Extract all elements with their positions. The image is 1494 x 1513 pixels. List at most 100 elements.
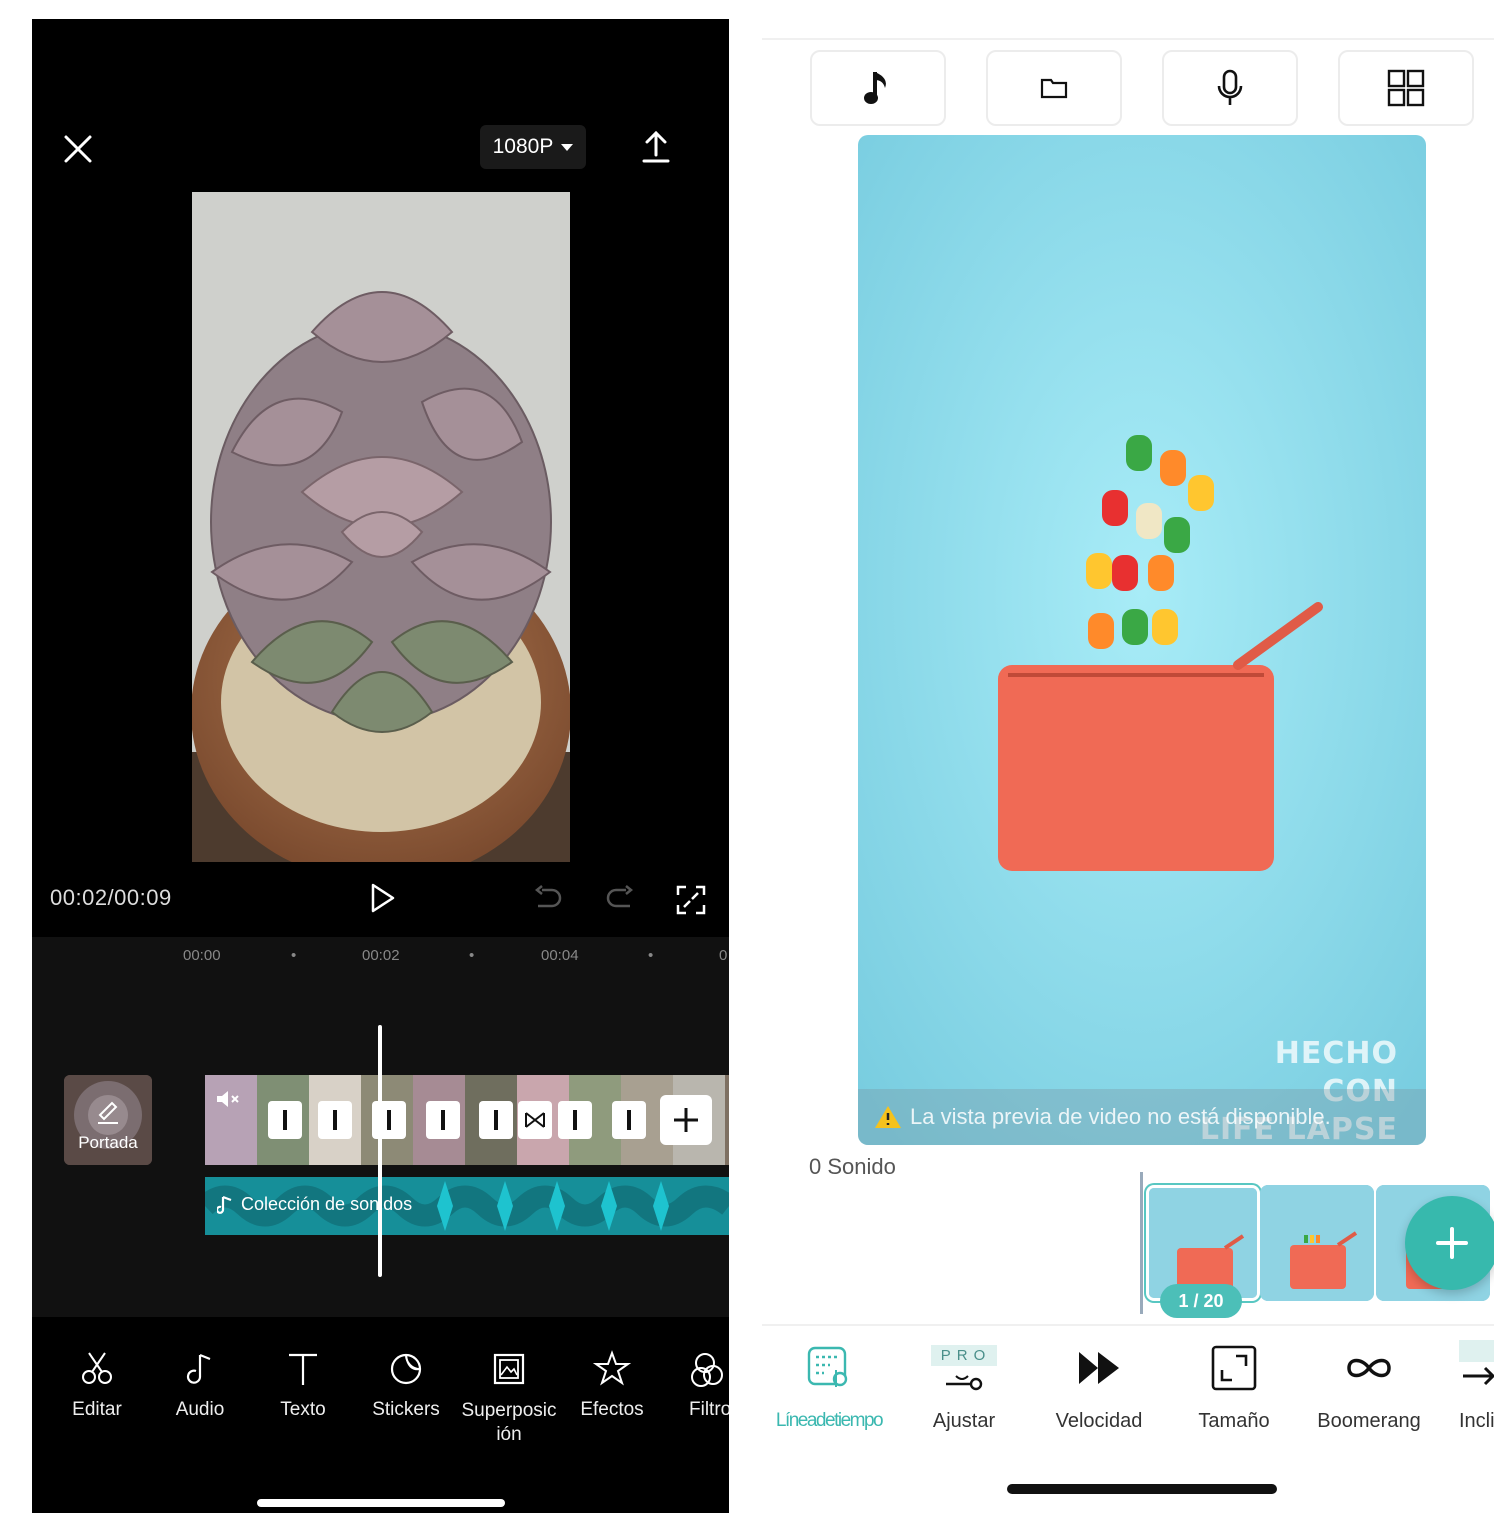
- tool-velocidad[interactable]: Velocidad: [1034, 1340, 1164, 1433]
- resolution-dropdown[interactable]: 1080P: [480, 125, 586, 169]
- music-note-icon: [217, 1195, 232, 1214]
- playhead[interactable]: [378, 1025, 382, 1277]
- ruler-tick: •: [469, 947, 475, 964]
- resolution-label: 1080P: [492, 135, 554, 158]
- microphone-button[interactable]: [1162, 50, 1298, 126]
- ruler-tick: 00:00: [183, 947, 221, 964]
- adjust-icon: [946, 1374, 983, 1390]
- tool-efectos[interactable]: Efectos: [562, 1349, 662, 1421]
- tool-filtro[interactable]: Filtro: [665, 1349, 729, 1421]
- transition-button[interactable]: [318, 1101, 352, 1139]
- folder-button[interactable]: [986, 50, 1122, 126]
- caret-down-icon: [561, 143, 574, 151]
- sound-count[interactable]: 0 Sonido: [809, 1154, 896, 1180]
- time-ruler: 00:00 • 00:02 • 00:04 • 0: [32, 947, 729, 971]
- transition-button[interactable]: [268, 1101, 302, 1139]
- audio-track[interactable]: Colección de sonidos: [205, 1177, 729, 1235]
- bottom-toolbar: Editar Audio Texto Stickers Superposic i…: [32, 1349, 729, 1459]
- infinity-icon: [1347, 1358, 1391, 1378]
- tool-stickers[interactable]: Stickers: [356, 1349, 456, 1421]
- tool-editar[interactable]: Editar: [47, 1349, 147, 1421]
- fast-forward-icon: [1079, 1352, 1119, 1384]
- cover-thumbnail[interactable]: Portada: [64, 1075, 152, 1165]
- ruler-tick: 0: [719, 947, 728, 964]
- grid-icon: [1387, 69, 1425, 107]
- tool-label: Incli: [1459, 1410, 1494, 1432]
- home-indicator: [1007, 1484, 1277, 1494]
- tool-label: Efectos: [580, 1399, 644, 1420]
- pro-badge: PRO: [930, 1344, 998, 1366]
- transition-button[interactable]: [612, 1101, 646, 1139]
- transition-button[interactable]: [558, 1101, 592, 1139]
- frame-counter: 1 / 20: [1160, 1284, 1242, 1318]
- filter-icon: [691, 1353, 723, 1387]
- audio-track-label: Colección de sonidos: [241, 1194, 413, 1214]
- undo-icon[interactable]: [532, 884, 564, 914]
- ruler-tick: 00:02: [362, 947, 400, 964]
- tool-label: Texto: [280, 1399, 326, 1420]
- tool-label: Boomerang: [1317, 1410, 1421, 1432]
- clip-frame: [725, 1075, 729, 1165]
- ruler-tick: •: [291, 947, 297, 964]
- transition-button[interactable]: [426, 1101, 460, 1139]
- divider: [762, 1324, 1494, 1326]
- tool-inclinacion[interactable]: Incli: [1439, 1340, 1494, 1433]
- transition-applied-icon[interactable]: [518, 1101, 552, 1139]
- preview-warning: La vista previa de video no está disponi…: [858, 1089, 1426, 1145]
- fullscreen-icon[interactable]: [674, 883, 708, 917]
- resize-icon: [1211, 1345, 1257, 1391]
- divider: [762, 38, 1494, 40]
- tool-label: Tamaño: [1198, 1410, 1270, 1432]
- music-button[interactable]: [810, 50, 946, 126]
- ruler-tick: 00:04: [541, 947, 579, 964]
- time-display: 00:02/00:09: [50, 885, 172, 910]
- video-preview[interactable]: [192, 192, 570, 862]
- tool-texto[interactable]: Texto: [253, 1349, 353, 1421]
- transition-button[interactable]: [479, 1101, 513, 1139]
- tool-label: Líneadetiempo: [775, 1410, 884, 1431]
- timeline-start-marker: [1140, 1172, 1143, 1314]
- redo-icon[interactable]: [604, 884, 636, 914]
- frame-thumbnail[interactable]: [1260, 1185, 1374, 1301]
- ruler-tick: •: [648, 947, 654, 964]
- tool-boomerang[interactable]: Boomerang: [1304, 1340, 1434, 1433]
- tool-label: Superposic ión: [461, 1400, 557, 1445]
- plus-icon: [1436, 1227, 1468, 1259]
- tool-label: Velocidad: [1055, 1410, 1143, 1432]
- export-icon[interactable]: [636, 127, 676, 167]
- capcut-screen: 1080P 00:02/00:09 00:00 • 00:02 • 00:04 …: [32, 19, 729, 1513]
- tool-label: Ajustar: [932, 1410, 996, 1432]
- tool-label: Editar: [72, 1399, 122, 1420]
- tool-tamano[interactable]: Tamaño: [1169, 1340, 1299, 1433]
- tool-label: Filtro: [689, 1399, 729, 1420]
- home-indicator: [257, 1499, 505, 1507]
- video-preview[interactable]: HECHO CON LIFE LAPSE La vista previa de …: [858, 135, 1426, 1145]
- music-note-icon: [864, 72, 886, 104]
- audio-track-label-wrap: Colección de sonidos: [217, 1194, 412, 1215]
- add-clip-button[interactable]: [660, 1095, 712, 1145]
- tool-audio[interactable]: Audio: [150, 1349, 250, 1421]
- tool-linea-de-tiempo[interactable]: Líneadetiempo: [764, 1340, 894, 1432]
- add-frame-button[interactable]: [1405, 1196, 1494, 1290]
- tool-ajustar[interactable]: PRO Ajustar: [899, 1340, 1029, 1433]
- play-icon[interactable]: [365, 881, 399, 915]
- cover-label: Portada: [78, 1133, 138, 1152]
- tilt-icon: [1459, 1340, 1494, 1386]
- grid-button[interactable]: [1338, 50, 1474, 126]
- lifelapse-screen: HECHO CON LIFE LAPSE La vista previa de …: [762, 0, 1494, 1513]
- preview-warning-text: La vista previa de video no está disponi…: [910, 1104, 1331, 1129]
- folder-icon: [1040, 78, 1068, 99]
- tool-superposicion[interactable]: Superposic ión: [459, 1349, 559, 1447]
- sticker-icon: [390, 1353, 422, 1385]
- tool-label: Audio: [175, 1399, 225, 1420]
- scissors-icon: [82, 1352, 112, 1384]
- microphone-icon: [1217, 69, 1243, 105]
- overlay-icon: [493, 1353, 525, 1385]
- music-note-icon: [186, 1353, 211, 1384]
- mute-icon[interactable]: [214, 1087, 242, 1111]
- tool-label: Stickers: [372, 1399, 440, 1420]
- close-icon[interactable]: [60, 131, 96, 167]
- warning-icon: [875, 1106, 901, 1128]
- effects-star-icon: [592, 1350, 632, 1386]
- text-icon: [289, 1353, 317, 1385]
